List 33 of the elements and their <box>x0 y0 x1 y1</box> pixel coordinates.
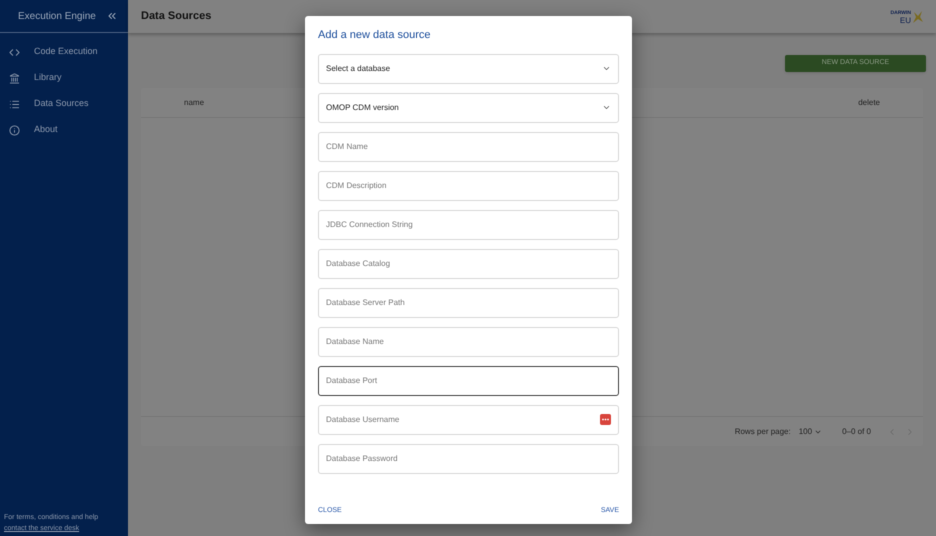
input-field[interactable]: CDM Description <box>318 170 619 200</box>
nav-item[interactable]: Data Sources <box>0 91 128 117</box>
dropdown-icon <box>602 103 611 112</box>
dropdown-icon <box>602 64 611 73</box>
page-range: 0–0 of 0 <box>842 426 871 438</box>
rows-per-page-select[interactable]: 100 <box>798 426 822 438</box>
select-field[interactable]: Select a database <box>318 54 619 84</box>
code-icon <box>9 46 20 58</box>
star-icon <box>912 10 924 24</box>
nav-item[interactable]: Library <box>0 65 128 91</box>
input-field[interactable]: Database Name <box>318 326 619 356</box>
input-field[interactable]: Database Username <box>318 404 619 434</box>
input-field[interactable]: CDM Name <box>318 132 619 162</box>
select-field[interactable]: OMOP CDM version <box>318 92 619 122</box>
nav-item[interactable]: About <box>0 117 128 143</box>
input-field[interactable]: JDBC Connection String <box>318 210 619 240</box>
logo-text: EU <box>900 16 911 24</box>
dialog-title: Add a new data source <box>317 28 432 43</box>
column-header: name <box>184 96 204 108</box>
collapse-icon[interactable] <box>106 10 118 22</box>
list-icon <box>9 98 20 110</box>
info-icon <box>9 124 20 136</box>
input-field[interactable]: Database Password <box>318 444 619 474</box>
input-field[interactable]: Database Port <box>318 366 619 396</box>
page-title: Data Sources <box>141 9 212 24</box>
column-header: delete <box>858 96 880 108</box>
password-manager-icon[interactable] <box>600 414 611 425</box>
nav-item[interactable]: Code Execution <box>0 39 128 65</box>
library-icon <box>9 72 20 84</box>
app-title: Execution Engine <box>18 10 96 24</box>
input-field[interactable]: Database Catalog <box>318 248 619 278</box>
input-field[interactable]: Database Server Path <box>318 288 619 318</box>
rows-per-page-label: Rows per page: <box>734 426 791 438</box>
